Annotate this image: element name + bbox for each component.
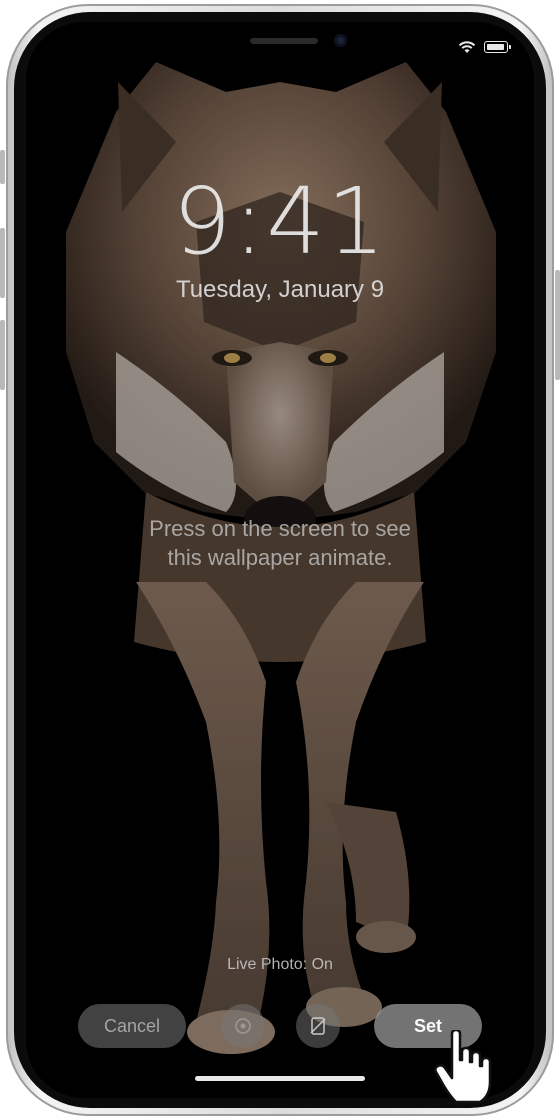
live-photo-toggle-icon	[310, 1017, 326, 1035]
status-bar	[458, 40, 511, 54]
hand-pointer-cursor-icon	[434, 1030, 492, 1104]
hint-line-1: Press on the screen to see	[149, 516, 411, 541]
wallpaper-preview-screen[interactable]: 9:41 Tuesday, January 9 Press on the scr…	[26, 22, 534, 1098]
animate-hint-text: Press on the screen to see this wallpape…	[86, 514, 474, 572]
volume-down-button	[0, 320, 5, 390]
cancel-button[interactable]: Cancel	[78, 1004, 186, 1048]
ring-switch	[0, 150, 5, 184]
volume-up-button	[0, 228, 5, 298]
perspective-zoom-icon	[235, 1018, 251, 1034]
home-indicator[interactable]	[195, 1076, 365, 1081]
hint-line-2: this wallpaper animate.	[167, 545, 393, 570]
speaker-grille	[250, 38, 318, 44]
perspective-zoom-button[interactable]	[221, 1004, 265, 1048]
wifi-icon	[458, 41, 476, 53]
notch	[154, 22, 406, 70]
front-camera	[334, 34, 347, 47]
side-power-button	[555, 270, 560, 380]
lockscreen-date: Tuesday, January 9	[175, 276, 385, 303]
lockscreen-time: 9:41	[172, 168, 388, 275]
live-photo-status: Live Photo: On	[227, 956, 333, 973]
live-photo-toggle-button[interactable]	[296, 1004, 340, 1048]
battery-icon	[484, 41, 511, 53]
